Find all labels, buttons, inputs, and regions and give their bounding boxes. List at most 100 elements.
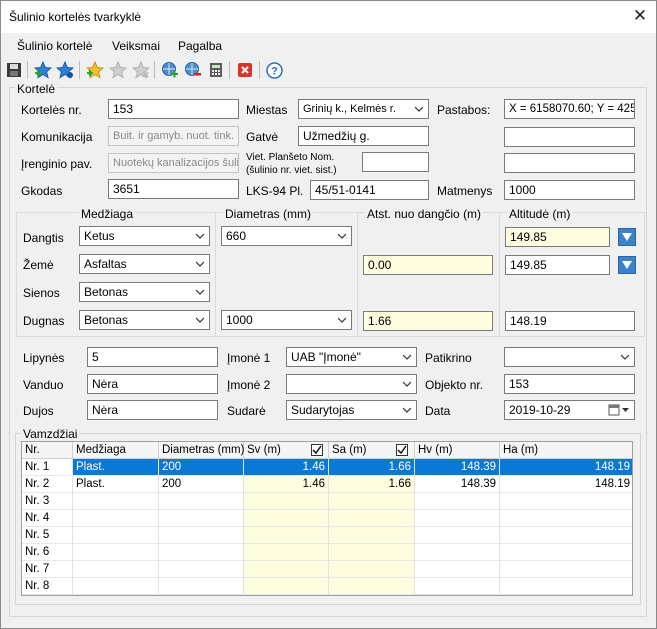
viet-planseto-input[interactable] [362, 152, 429, 172]
vanduo-input[interactable]: Nėra [87, 374, 218, 394]
pipe-cell-sv[interactable]: 1.46 [244, 459, 329, 476]
dangtis-diametras-select[interactable]: 660 [221, 226, 352, 246]
date-picker[interactable]: 2019-10-29 [504, 400, 635, 420]
dugnas-diametras-select[interactable]: 1000 [221, 310, 352, 330]
dujos-input[interactable]: Nėra [87, 400, 218, 420]
col-header-ha[interactable]: Ha (m) [500, 442, 632, 459]
pastabos-extra-input-1[interactable] [504, 127, 635, 147]
pipe-cell-nr[interactable]: Nr. 1 [22, 459, 73, 476]
pipe-cell-sa[interactable] [329, 493, 415, 510]
table-row[interactable]: Nr. 1 Plast. 200 1.46 1.66 148.39 148.19 [22, 459, 632, 476]
col-header-sv[interactable]: Sv (m) [244, 442, 329, 459]
gkodas-input[interactable]: 3651 [108, 179, 239, 199]
pipe-cell-ha[interactable] [500, 510, 632, 527]
pipe-cell-nr[interactable]: Nr. 5 [22, 527, 73, 544]
pipe-cell-hv[interactable]: 148.39 [415, 459, 500, 476]
pastabos-extra-input-2[interactable] [504, 153, 635, 173]
pipe-cell-sv[interactable] [244, 510, 329, 527]
pipe-cell-nr[interactable]: Nr. 7 [22, 561, 73, 578]
pipe-cell-diam[interactable] [159, 561, 244, 578]
pipe-cell-diam[interactable] [159, 578, 244, 595]
dugnas-atstumas-input[interactable]: 1.66 [363, 311, 493, 331]
help-icon[interactable]: ? [265, 61, 283, 79]
pipe-cell-sv[interactable] [244, 544, 329, 561]
pipe-cell-ha[interactable] [500, 527, 632, 544]
pipe-cell-sv[interactable]: 1.46 [244, 476, 329, 493]
col-header-hv[interactable]: Hv (m) [415, 442, 500, 459]
star-blue-icon[interactable] [56, 61, 74, 79]
globe-add-icon[interactable] [161, 61, 179, 79]
table-row[interactable]: Nr. 8 [22, 578, 632, 595]
pipe-cell-med[interactable]: Plast. [73, 476, 159, 493]
calculator-icon[interactable] [207, 61, 225, 79]
pipe-cell-sv[interactable] [244, 578, 329, 595]
imone1-select[interactable]: UAB "Įmonė" [286, 347, 417, 367]
pipe-cell-sa[interactable]: 1.66 [329, 459, 415, 476]
pipe-cell-ha[interactable] [500, 493, 632, 510]
dangtis-altitude-down-button[interactable] [618, 228, 636, 246]
sudare-select[interactable]: Sudarytojas [286, 400, 417, 420]
pipe-cell-hv[interactable] [415, 510, 500, 527]
irenginio-pav-input[interactable]: Nuotekų kanalizacijos šulir [108, 153, 239, 173]
pipe-cell-ha[interactable] [500, 544, 632, 561]
lks-input[interactable]: 45/51-0141 [310, 180, 429, 200]
table-row[interactable]: Nr. 2 Plast. 200 1.46 1.66 148.39 148.19 [22, 476, 632, 493]
pipe-cell-med[interactable] [73, 493, 159, 510]
pipe-cell-sv[interactable] [244, 493, 329, 510]
close-button[interactable]: ✕ [627, 5, 653, 29]
star-gray-icon[interactable] [109, 61, 127, 79]
pipe-cell-diam[interactable] [159, 527, 244, 544]
pipe-cell-diam[interactable] [159, 493, 244, 510]
pipe-cell-diam[interactable]: 200 [159, 459, 244, 476]
patikrino-select[interactable] [504, 347, 635, 367]
pipe-cell-hv[interactable] [415, 578, 500, 595]
pipe-cell-sa[interactable] [329, 527, 415, 544]
miestas-select[interactable]: Grinių k., Kelmės r. [298, 99, 429, 119]
pipe-cell-sv[interactable] [244, 561, 329, 578]
sa-checkbox[interactable] [396, 444, 408, 456]
star-add-icon[interactable] [34, 61, 52, 79]
pipe-cell-ha[interactable]: 148.19 [500, 476, 632, 493]
star-delete-icon[interactable] [132, 61, 150, 79]
pipes-grid[interactable]: Nr. Medžiaga Diametras (mm) Sv (m) Sa (m… [21, 441, 633, 596]
pipe-cell-med[interactable] [73, 578, 159, 595]
col-header-sa[interactable]: Sa (m) [329, 442, 415, 459]
pipe-cell-med[interactable] [73, 561, 159, 578]
pipe-cell-sa[interactable] [329, 561, 415, 578]
star-gold-icon[interactable] [86, 61, 104, 79]
pipe-cell-med[interactable] [73, 510, 159, 527]
pipe-cell-nr[interactable]: Nr. 2 [22, 476, 73, 493]
pipe-cell-nr[interactable]: Nr. 3 [22, 493, 73, 510]
pipe-cell-ha[interactable]: 148.19 [500, 459, 632, 476]
sienos-medziaga-select[interactable]: Betonas [79, 282, 210, 302]
table-row[interactable]: Nr. 4 [22, 510, 632, 527]
pipe-cell-hv[interactable]: 148.39 [415, 476, 500, 493]
menu-sulinio-kortele[interactable]: Šulinio kortelė [17, 39, 92, 53]
dangtis-altitude-input[interactable]: 149.85 [505, 227, 610, 247]
zeme-medziaga-select[interactable]: Asfaltas [79, 254, 210, 274]
table-row[interactable]: Nr. 5 [22, 527, 632, 544]
col-header-medziaga[interactable]: Medžiaga [73, 442, 159, 459]
korteles-nr-input[interactable]: 153 [108, 99, 239, 119]
imone2-select[interactable] [286, 374, 417, 394]
pipe-cell-nr[interactable]: Nr. 8 [22, 578, 73, 595]
komunikacija-input[interactable]: Buit. ir gamyb. nuot. tink. [108, 126, 239, 146]
pipe-cell-hv[interactable] [415, 544, 500, 561]
pipe-cell-nr[interactable]: Nr. 4 [22, 510, 73, 527]
pipe-cell-nr[interactable]: Nr. 6 [22, 544, 73, 561]
pipe-cell-sa[interactable] [329, 510, 415, 527]
pipe-cell-sa[interactable] [329, 578, 415, 595]
pipe-cell-ha[interactable] [500, 578, 632, 595]
sv-checkbox[interactable] [311, 444, 323, 456]
col-header-nr[interactable]: Nr. [22, 442, 73, 459]
pipe-cell-med[interactable] [73, 544, 159, 561]
table-row[interactable]: Nr. 3 [22, 493, 632, 510]
dugnas-altitude-input[interactable]: 148.19 [505, 311, 635, 331]
pipe-cell-med[interactable] [73, 527, 159, 544]
pipe-cell-med[interactable]: Plast. [73, 459, 159, 476]
pipe-cell-sa[interactable] [329, 544, 415, 561]
pastabos-input[interactable]: X = 6158070.60; Y = 4250 [504, 99, 635, 119]
objekto-nr-input[interactable]: 153 [504, 374, 635, 394]
table-row[interactable]: Nr. 7 [22, 561, 632, 578]
table-row[interactable]: Nr. 6 [22, 544, 632, 561]
